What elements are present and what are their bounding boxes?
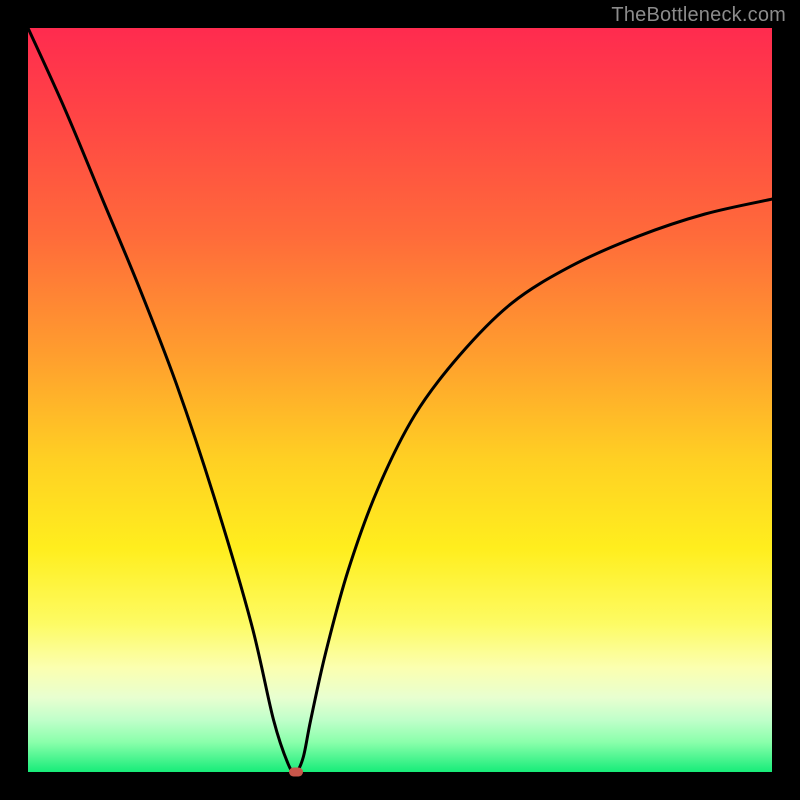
chart-frame: TheBottleneck.com (0, 0, 800, 800)
min-point-marker (289, 768, 303, 777)
bottleneck-curve (28, 28, 772, 772)
watermark-text: TheBottleneck.com (611, 4, 786, 27)
curve-svg (28, 28, 772, 772)
plot-area (28, 28, 772, 772)
